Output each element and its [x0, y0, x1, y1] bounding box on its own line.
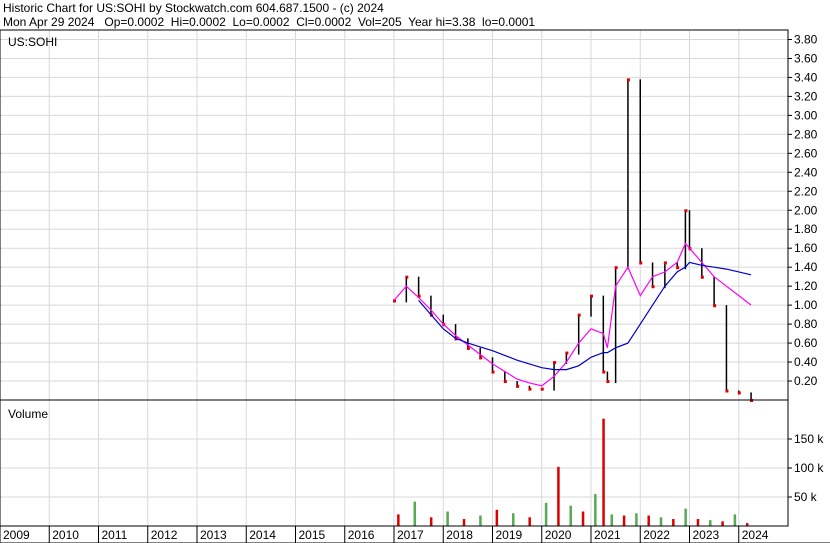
y-tick-label: 0.80 — [794, 317, 818, 331]
volume-bar — [635, 513, 638, 526]
y-tick-label: 0.60 — [794, 336, 818, 350]
y-tick-label: 2.20 — [794, 184, 818, 198]
volume-bar — [446, 511, 449, 526]
price-point — [626, 78, 630, 82]
volume-bar — [709, 520, 712, 526]
volume-bar — [462, 519, 466, 526]
price-point — [614, 266, 618, 270]
volume-tick-label: 100 k — [794, 461, 824, 475]
x-tick-label: 2010 — [52, 528, 79, 542]
volume-bar — [479, 515, 482, 526]
y-tick-label: 2.00 — [794, 203, 818, 217]
price-marks — [393, 78, 754, 402]
volume-bar — [602, 418, 605, 526]
stock-chart: 2009 2010 2011 2012 2013 2014 2015 2016 2017 2018… — [0, 29, 830, 543]
x-tick-label: 2024 — [742, 528, 769, 542]
x-tick-label: 2013 — [200, 528, 227, 542]
volume-tick-label: 50 k — [794, 490, 818, 504]
price-point — [713, 304, 717, 308]
price-grid — [0, 30, 788, 400]
volume-bar — [610, 514, 614, 526]
volume-bar — [528, 517, 531, 526]
volume-bar — [647, 515, 650, 526]
price-point — [651, 285, 655, 289]
volume-grid — [0, 400, 788, 526]
x-tick-label: 2019 — [496, 528, 523, 542]
axis-labels: 2009 2010 2011 2012 2013 2014 2015 2016 2017 2018… — [0, 32, 824, 543]
volume-bar — [413, 501, 417, 526]
x-tick-label: 2012 — [151, 528, 178, 542]
price-point — [684, 209, 688, 213]
volume-bar — [429, 517, 433, 526]
x-tick-label: 2020 — [545, 528, 572, 542]
x-tick-label: 2009 — [3, 528, 30, 542]
y-tick-label: 2.80 — [794, 127, 818, 141]
price-point — [602, 370, 606, 374]
y-tick-label: 1.20 — [794, 279, 818, 293]
price-point — [405, 275, 409, 279]
volume-bar — [569, 505, 572, 526]
x-tick-label: 2014 — [249, 528, 276, 542]
price-point — [553, 361, 557, 365]
volume-bar — [495, 509, 499, 526]
price-point — [639, 261, 643, 265]
volume-bar — [544, 502, 548, 526]
volume-bar — [672, 519, 675, 526]
price-panel-title: US:SOHI — [8, 35, 57, 49]
price-point — [700, 275, 704, 279]
price-point — [528, 387, 532, 391]
x-tick-label: 2015 — [299, 528, 326, 542]
price-point — [663, 261, 667, 265]
volume-panel-title: Volume — [8, 407, 48, 421]
volume-bar — [512, 513, 515, 526]
price-point — [737, 391, 741, 395]
volume-bar — [581, 511, 585, 526]
volume-bars — [397, 418, 749, 526]
volume-bar — [397, 514, 400, 526]
y-tick-label: 3.20 — [794, 89, 818, 103]
x-tick-label: 2018 — [446, 528, 473, 542]
y-tick-label: 1.80 — [794, 222, 818, 236]
volume-bar — [659, 517, 663, 526]
x-tick-label: 2011 — [102, 528, 128, 542]
moving-averages — [393, 242, 752, 387]
y-tick-label: 2.60 — [794, 146, 818, 160]
price-point — [466, 346, 470, 350]
volume-tick-label: 150 k — [794, 432, 824, 446]
volume-bar — [557, 466, 560, 526]
price-point — [606, 380, 610, 384]
volume-bar — [696, 519, 700, 526]
price-point — [725, 389, 729, 393]
y-tick-label: 0.40 — [794, 355, 818, 369]
y-tick-label: 1.60 — [794, 241, 818, 255]
price-point — [590, 294, 593, 298]
x-tick-label: 2021 — [594, 528, 621, 542]
price-point — [577, 313, 581, 317]
y-tick-label: 3.00 — [794, 108, 818, 122]
volume-bar — [622, 515, 626, 526]
price-point — [503, 380, 507, 384]
x-tick-label: 2017 — [397, 528, 424, 542]
y-tick-label: 3.80 — [794, 32, 818, 46]
volume-bar — [733, 514, 737, 526]
x-tick-label: 2023 — [693, 528, 720, 542]
price-point — [491, 370, 495, 374]
price-point — [676, 266, 680, 270]
price-point — [479, 356, 483, 360]
price-point — [516, 384, 520, 388]
price-point — [540, 387, 544, 391]
y-tick-label: 1.00 — [794, 298, 818, 312]
y-tick-label: 3.60 — [794, 51, 818, 65]
volume-bar — [684, 508, 687, 526]
volume-bar — [594, 494, 597, 526]
y-tick-label: 2.40 — [794, 165, 818, 179]
price-point — [565, 351, 569, 355]
y-tick-label: 1.40 — [794, 260, 818, 274]
x-tick-label: 2016 — [348, 528, 375, 542]
volume-bar — [721, 521, 724, 526]
y-tick-label: 3.40 — [794, 70, 818, 84]
x-tick-label: 2022 — [643, 528, 670, 542]
y-tick-label: 0.20 — [794, 374, 818, 388]
